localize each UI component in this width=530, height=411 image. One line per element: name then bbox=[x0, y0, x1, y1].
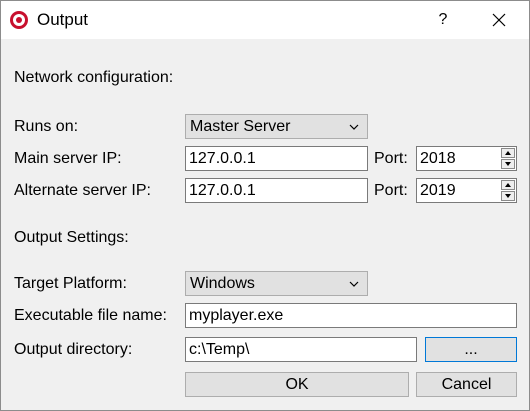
alt-ip-label: Alternate server IP: bbox=[14, 182, 151, 199]
main-port-label: Port: bbox=[374, 150, 408, 167]
runs-on-value: Master Server bbox=[190, 118, 291, 135]
runs-on-select[interactable]: Master Server bbox=[185, 114, 368, 139]
platform-select[interactable]: Windows bbox=[185, 271, 368, 296]
chevron-down-icon bbox=[349, 124, 359, 130]
main-port-spinbox[interactable]: 2018 bbox=[416, 146, 517, 171]
alt-ip-input[interactable]: 127.0.0.1 bbox=[185, 178, 368, 203]
exe-name-input[interactable]: myplayer.exe bbox=[185, 303, 517, 328]
main-port-down-arrow-icon[interactable] bbox=[501, 159, 515, 169]
platform-value: Windows bbox=[190, 275, 255, 292]
alt-port-down-arrow-icon[interactable] bbox=[501, 191, 515, 201]
platform-label: Target Platform: bbox=[14, 275, 127, 292]
network-heading: Network configuration: bbox=[14, 69, 174, 86]
output-heading: Output Settings: bbox=[14, 229, 129, 246]
exe-label: Executable file name: bbox=[14, 307, 167, 324]
main-ip-label: Main server IP: bbox=[14, 150, 122, 167]
runs-on-label: Runs on: bbox=[14, 118, 79, 135]
main-port-spin-buttons bbox=[501, 148, 515, 169]
main-port-value: 2018 bbox=[420, 150, 456, 167]
alt-port-value: 2019 bbox=[420, 182, 456, 199]
alt-port-label: Port: bbox=[374, 182, 408, 199]
ring-logo-icon bbox=[10, 11, 28, 29]
dir-label: Output directory: bbox=[14, 341, 133, 358]
title-bar: Output ? bbox=[1, 1, 529, 39]
close-icon bbox=[492, 13, 506, 27]
help-button[interactable]: ? bbox=[429, 7, 457, 33]
close-button[interactable] bbox=[485, 7, 513, 33]
output-dialog: Output ? Network configuration: Runs on:… bbox=[0, 0, 530, 411]
alt-port-spinbox[interactable]: 2019 bbox=[416, 178, 517, 203]
main-ip-input[interactable]: 127.0.0.1 bbox=[185, 146, 368, 171]
alt-port-up-arrow-icon[interactable] bbox=[501, 180, 515, 190]
chevron-down-icon bbox=[349, 281, 359, 287]
ok-button[interactable]: OK bbox=[185, 372, 409, 397]
browse-button[interactable]: ... bbox=[425, 337, 517, 362]
cancel-button[interactable]: Cancel bbox=[416, 372, 517, 397]
alt-port-spin-buttons bbox=[501, 180, 515, 201]
output-dir-input[interactable]: c:\Temp\ bbox=[185, 337, 417, 362]
main-port-up-arrow-icon[interactable] bbox=[501, 148, 515, 158]
window-title: Output bbox=[37, 10, 89, 29]
